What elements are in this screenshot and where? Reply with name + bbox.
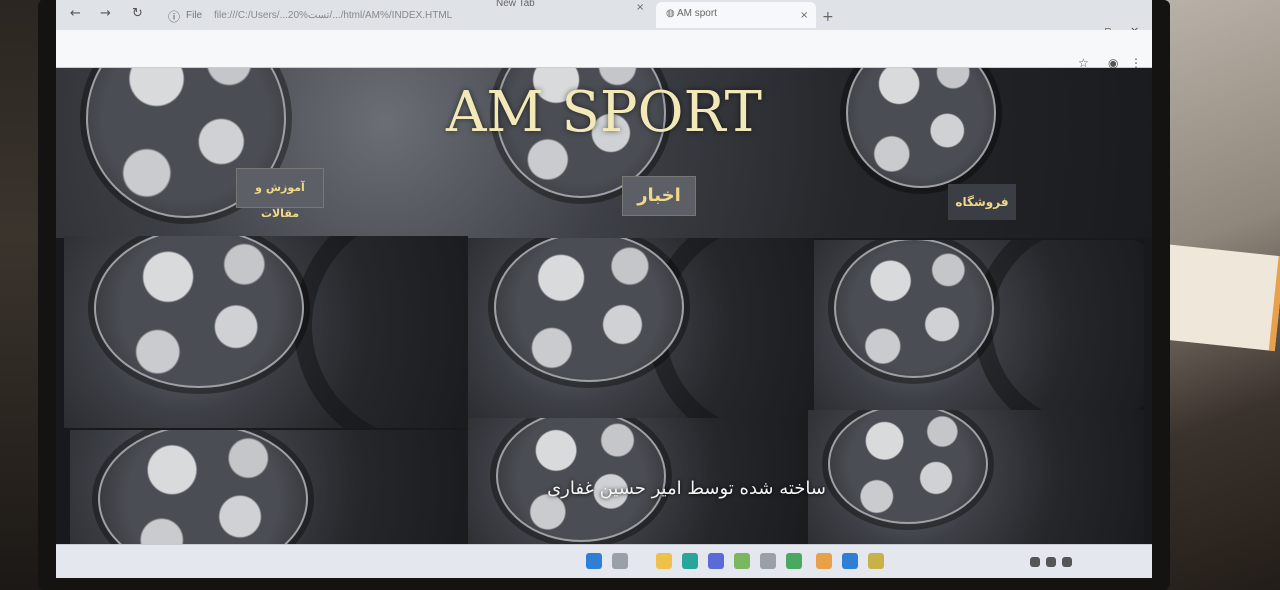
app-icon[interactable] xyxy=(760,553,776,569)
gallery-tile xyxy=(814,240,1144,428)
gallery-tile xyxy=(64,236,468,428)
app-icon[interactable] xyxy=(868,553,884,569)
close-icon[interactable]: × xyxy=(800,10,808,21)
nav-articles-button[interactable]: آموزش و مقالات xyxy=(236,168,324,220)
nav-shop-button[interactable]: فروشگاه xyxy=(948,184,1016,220)
address-url[interactable]: file:///C:/Users/...20%تست/.../html/AM%/… xyxy=(214,10,514,21)
volume-icon[interactable] xyxy=(1046,557,1056,567)
edge-icon[interactable] xyxy=(682,553,698,569)
gallery-tile xyxy=(70,430,468,544)
tab-label: New Tab xyxy=(496,0,535,9)
paper-on-desk xyxy=(1153,243,1280,352)
wifi-icon[interactable] xyxy=(1030,557,1040,567)
info-icon[interactable]: ⓘ xyxy=(168,8,180,25)
site-title: AM SPORT xyxy=(445,80,763,145)
app-icon[interactable] xyxy=(786,553,802,569)
address-prefix: File xyxy=(186,10,203,21)
soccer-ball-image xyxy=(94,236,304,388)
decorative-arc xyxy=(974,240,1144,428)
footer-credit: ساخته شده توسط امیر حسین غفاری xyxy=(547,478,826,499)
gallery-tile xyxy=(468,238,814,428)
desk-background-left xyxy=(0,0,40,590)
app-icon[interactable] xyxy=(842,553,858,569)
monitor-screen: ← → ↻ ⓘ File file:///C:/Users/...20%تست/… xyxy=(56,0,1152,578)
soccer-ball-image xyxy=(834,240,994,378)
tab-label: AM sport xyxy=(676,8,717,19)
search-icon[interactable] xyxy=(612,553,628,569)
soccer-ball-image xyxy=(98,430,308,544)
close-icon[interactable]: × xyxy=(636,2,644,13)
battery-icon[interactable] xyxy=(1062,557,1072,567)
reload-icon[interactable]: ↻ xyxy=(132,6,143,21)
app-icon[interactable] xyxy=(734,553,750,569)
store-icon[interactable] xyxy=(708,553,724,569)
os-taskbar xyxy=(56,544,1152,578)
app-icon[interactable] xyxy=(816,553,832,569)
browser-toolbar: ☆ ◉ ⋮ xyxy=(56,30,1152,70)
nav-news-button[interactable]: اخبار xyxy=(622,176,696,216)
web-page: AM SPORT آموزش و مقالات اخبار فروشگاه سا… xyxy=(56,68,1152,544)
back-icon[interactable]: ← xyxy=(70,6,81,21)
decorative-arc xyxy=(294,236,468,428)
soccer-ball-image xyxy=(494,238,684,382)
browser-tab-bar: ← → ↻ ⓘ File file:///C:/Users/...20%تست/… xyxy=(56,0,1152,37)
tab-new-tab[interactable]: New Tab xyxy=(486,0,636,18)
explorer-icon[interactable] xyxy=(656,553,672,569)
globe-icon: ◍ xyxy=(666,8,677,19)
gallery-tile xyxy=(808,410,1144,544)
forward-icon[interactable]: → xyxy=(100,6,111,21)
soccer-ball-image xyxy=(828,410,988,524)
tab-am-sport[interactable]: ◍ AM sport xyxy=(656,2,816,28)
start-icon[interactable] xyxy=(586,553,602,569)
new-tab-button[interactable]: + xyxy=(822,9,834,25)
